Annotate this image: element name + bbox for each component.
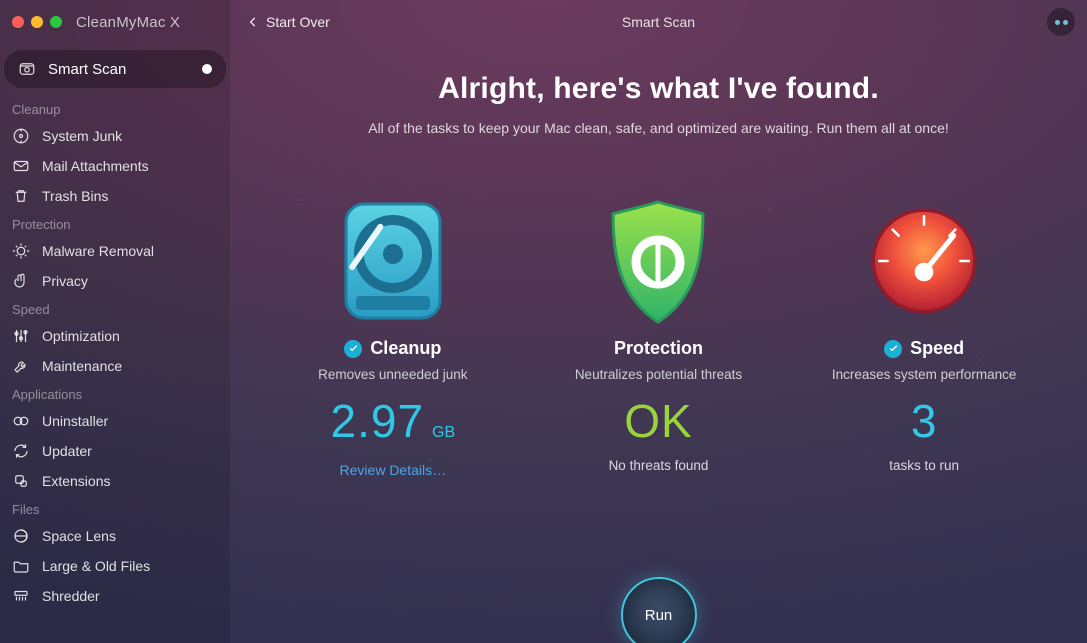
- start-over-button[interactable]: Start Over: [246, 14, 330, 30]
- sidebar-item-label: Malware Removal: [42, 243, 154, 259]
- mail-icon: [12, 157, 30, 175]
- sidebar-item-large-old-files[interactable]: Large & Old Files: [0, 551, 230, 581]
- card-value: 2.97 GB: [331, 394, 456, 448]
- sidebar-item-label: Space Lens: [42, 528, 116, 544]
- sidebar-item-label: Large & Old Files: [42, 558, 150, 574]
- sidebar-item-label: Mail Attachments: [42, 158, 149, 174]
- wrench-icon: [12, 357, 30, 375]
- card-footnote: No threats found: [609, 458, 709, 473]
- traffic-lights: [12, 16, 62, 28]
- sidebar-item-shredder[interactable]: Shredder: [0, 581, 230, 611]
- trash-icon: [12, 187, 30, 205]
- hero: Alright, here's what I've found. All of …: [230, 72, 1087, 136]
- updater-icon: [12, 442, 30, 460]
- app-title: CleanMyMac X: [76, 14, 180, 31]
- active-indicator-dot: [202, 64, 212, 74]
- sidebar-item-label: Smart Scan: [48, 61, 126, 78]
- sidebar-section-title: Files: [0, 496, 230, 521]
- result-cards: Cleanup Removes unneeded junk 2.97 GB Re…: [230, 196, 1087, 478]
- card-subtitle: Increases system performance: [832, 367, 1017, 382]
- review-details-link[interactable]: Review Details…: [340, 462, 447, 478]
- extensions-icon: [12, 472, 30, 490]
- sidebar-item-label: Shredder: [42, 588, 100, 604]
- card-title: Protection: [614, 338, 703, 359]
- card-value: 3: [911, 394, 938, 448]
- card-speed: Speed Increases system performance 3 tas…: [799, 196, 1049, 478]
- card-protection: Protection Neutralizes potential threats…: [533, 196, 783, 478]
- sidebar-section-title: Speed: [0, 296, 230, 321]
- check-icon: [884, 340, 902, 358]
- bug-icon: [12, 242, 30, 260]
- card-title: Cleanup: [370, 338, 441, 359]
- minimize-window-dot[interactable]: [31, 16, 43, 28]
- card-value-number: 2.97: [331, 394, 425, 448]
- folder-icon: [12, 557, 30, 575]
- check-icon: [344, 340, 362, 358]
- sidebar-item-trash-bins[interactable]: Trash Bins: [0, 181, 230, 211]
- sidebar-item-smart-scan[interactable]: Smart Scan: [4, 50, 226, 88]
- speed-gauge-icon: [869, 196, 979, 326]
- sidebar-item-label: Trash Bins: [42, 188, 108, 204]
- sidebar-item-label: Updater: [42, 443, 92, 459]
- card-subtitle: Removes unneeded junk: [318, 367, 467, 382]
- card-status: OK: [624, 394, 692, 448]
- sidebar-item-uninstaller[interactable]: Uninstaller: [0, 406, 230, 436]
- sidebar-item-label: System Junk: [42, 128, 122, 144]
- sidebar-item-extensions[interactable]: Extensions: [0, 466, 230, 496]
- protection-shield-icon: [603, 196, 713, 326]
- card-cleanup: Cleanup Removes unneeded junk 2.97 GB Re…: [268, 196, 518, 478]
- main-content: Start Over Smart Scan Alright, here's wh…: [230, 0, 1087, 643]
- shredder-icon: [12, 587, 30, 605]
- sidebar-item-label: Privacy: [42, 273, 88, 289]
- card-subtitle: Neutralizes potential threats: [575, 367, 742, 382]
- sidebar-item-label: Optimization: [42, 328, 120, 344]
- sidebar-section-title: Applications: [0, 381, 230, 406]
- chevron-left-icon: [246, 15, 260, 29]
- sidebar-section-title: Protection: [0, 211, 230, 236]
- card-footnote: tasks to run: [889, 458, 959, 473]
- uninstall-icon: [12, 412, 30, 430]
- sidebar-item-space-lens[interactable]: Space Lens: [0, 521, 230, 551]
- hand-icon: [12, 272, 30, 290]
- sidebar-item-optimization[interactable]: Optimization: [0, 321, 230, 351]
- run-button-label: Run: [645, 607, 673, 624]
- sidebar-item-label: Uninstaller: [42, 413, 108, 429]
- sidebar-item-updater[interactable]: Updater: [0, 436, 230, 466]
- run-button[interactable]: Run: [621, 577, 697, 643]
- zoom-window-dot[interactable]: [50, 16, 62, 28]
- card-value-number: 3: [911, 394, 938, 448]
- smart-scan-icon: [18, 60, 36, 78]
- topbar: Start Over Smart Scan: [230, 0, 1087, 44]
- account-button[interactable]: [1047, 8, 1075, 36]
- card-title: Speed: [910, 338, 964, 359]
- hero-title: Alright, here's what I've found.: [270, 72, 1047, 106]
- card-value: OK: [624, 394, 692, 448]
- sidebar-item-system-junk[interactable]: System Junk: [0, 121, 230, 151]
- lens-icon: [12, 527, 30, 545]
- sidebar-item-malware-removal[interactable]: Malware Removal: [0, 236, 230, 266]
- sidebar-section-title: Cleanup: [0, 96, 230, 121]
- back-label: Start Over: [266, 14, 330, 30]
- close-window-dot[interactable]: [12, 16, 24, 28]
- page-title: Smart Scan: [622, 14, 695, 30]
- sidebar: CleanMyMac X Smart Scan Cleanup System J…: [0, 0, 230, 643]
- sidebar-item-label: Extensions: [42, 473, 110, 489]
- disk-icon: [12, 127, 30, 145]
- sidebar-item-maintenance[interactable]: Maintenance: [0, 351, 230, 381]
- cleanup-disk-icon: [338, 196, 448, 326]
- sidebar-item-mail-attachments[interactable]: Mail Attachments: [0, 151, 230, 181]
- sidebar-item-label: Maintenance: [42, 358, 122, 374]
- titlebar: CleanMyMac X: [0, 0, 230, 44]
- sidebar-item-privacy[interactable]: Privacy: [0, 266, 230, 296]
- sliders-icon: [12, 327, 30, 345]
- card-value-unit: GB: [432, 424, 455, 442]
- hero-subtitle: All of the tasks to keep your Mac clean,…: [270, 120, 1047, 136]
